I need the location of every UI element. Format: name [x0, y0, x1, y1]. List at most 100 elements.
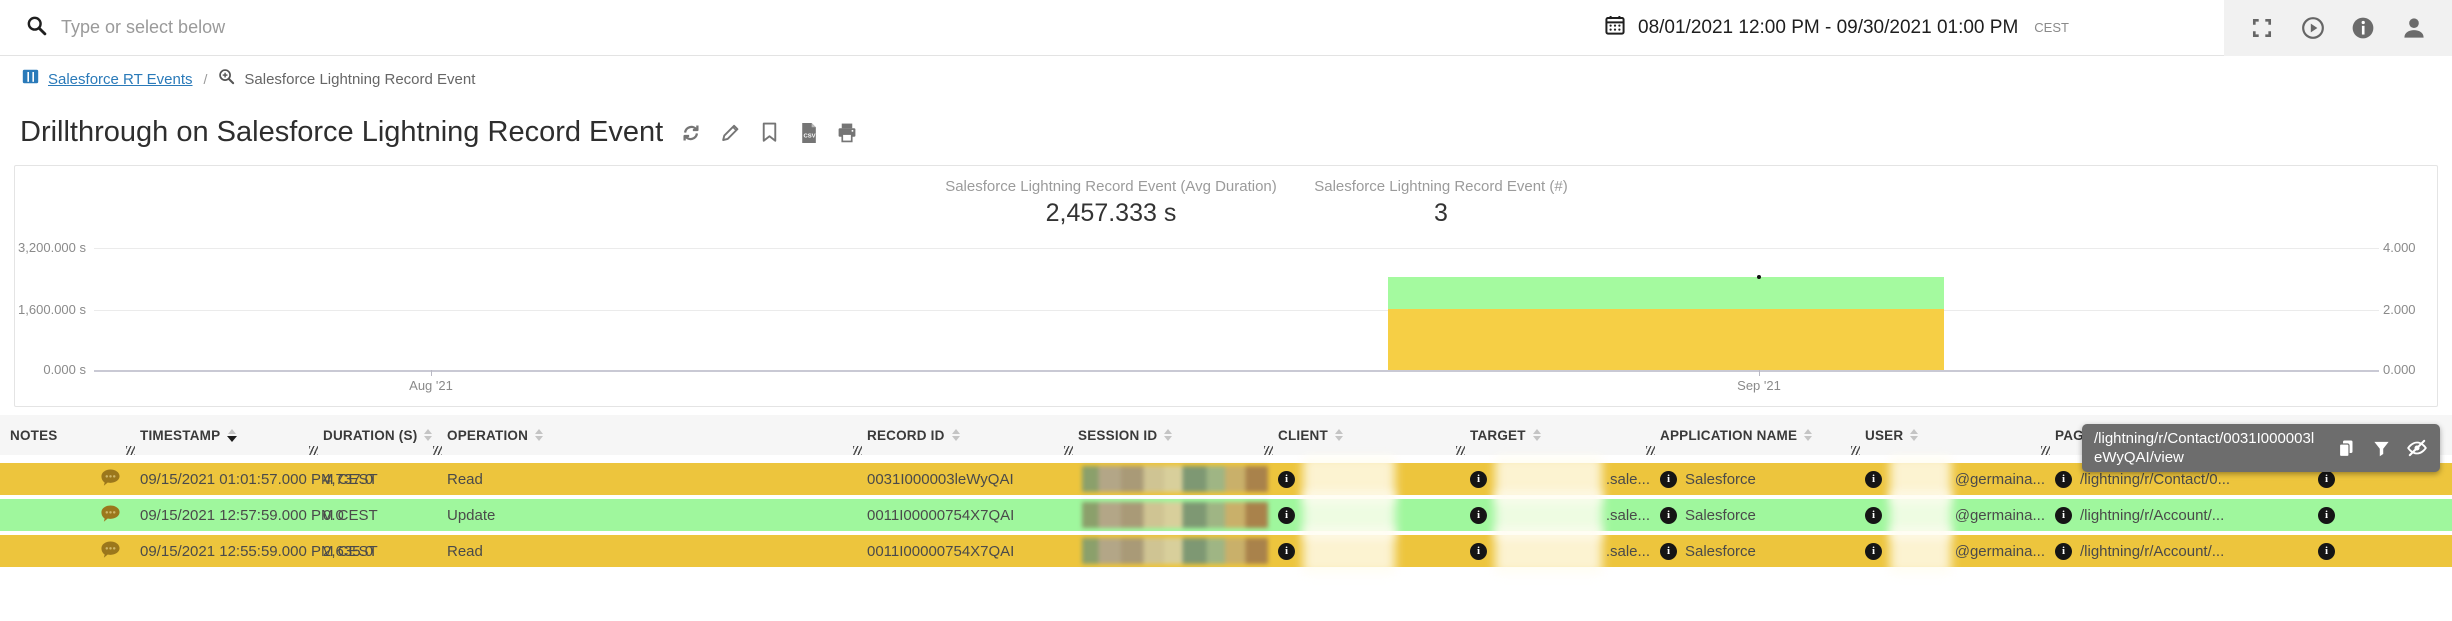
- cell-user-suffix: @germaina...: [1955, 543, 2045, 560]
- copy-icon[interactable]: [2336, 437, 2357, 459]
- export-csv-icon[interactable]: CSV: [797, 122, 819, 144]
- date-range-picker[interactable]: 08/01/2021 12:00 PM - 09/30/2021 01:00 P…: [1590, 14, 2069, 41]
- note-bubble-icon[interactable]: [99, 539, 122, 564]
- note-bubble-icon[interactable]: [99, 503, 122, 528]
- x-tick-aug: [431, 370, 432, 376]
- user-icon[interactable]: [2401, 15, 2427, 41]
- application-info-icon[interactable]: i: [1660, 471, 1677, 488]
- column-resize-grip[interactable]: [433, 446, 442, 455]
- target-info-icon[interactable]: i: [1470, 507, 1487, 524]
- sort-icon: [1804, 429, 1812, 441]
- column-resize-grip[interactable]: [309, 446, 318, 455]
- details-info-icon[interactable]: i: [2318, 471, 2335, 488]
- date-range-text: 08/01/2021 12:00 PM - 09/30/2021 01:00 P…: [1638, 17, 2018, 39]
- target-info-icon[interactable]: i: [1470, 471, 1487, 488]
- global-search[interactable]: [0, 15, 1590, 41]
- table-row[interactable]: 09/15/2021 12:55:59.000 PM CEST 2,635.0 …: [0, 535, 2452, 567]
- client-info-icon[interactable]: i: [1278, 471, 1295, 488]
- col-header-timestamp[interactable]: TIMESTAMP: [130, 428, 313, 443]
- cell-target-suffix: .sale...: [1606, 507, 1650, 524]
- col-header-record-id[interactable]: RECORD ID: [857, 428, 1068, 443]
- target-redacted: [1495, 528, 1602, 574]
- gridline-mid: [94, 310, 2379, 311]
- breadcrumb-separator: /: [202, 71, 210, 87]
- cell-application-name: Salesforce: [1685, 543, 1756, 560]
- cell-page-url: /lightning/r/Account/...: [2080, 543, 2224, 560]
- cell-page-url: /lightning/r/Account/...: [2080, 507, 2224, 524]
- cell-application-name: Salesforce: [1685, 471, 1756, 488]
- page-url-info-icon[interactable]: i: [2055, 507, 2072, 524]
- page-title: Drillthrough on Salesforce Lightning Rec…: [20, 116, 663, 149]
- col-header-notes[interactable]: NOTES: [0, 428, 130, 443]
- cell-operation: Read: [437, 471, 857, 488]
- bar-segment-green[interactable]: [1388, 277, 1944, 309]
- sort-icon: [424, 429, 432, 441]
- cell-record-id: 0031I000003leWyQAI: [857, 471, 1068, 488]
- details-info-icon[interactable]: i: [2318, 507, 2335, 524]
- column-resize-grip[interactable]: [126, 446, 135, 455]
- sort-icon: [535, 429, 543, 441]
- table-row[interactable]: 09/15/2021 12:57:59.000 PM CEST 0.0 Upda…: [0, 499, 2452, 531]
- col-header-client[interactable]: CLIENT: [1268, 428, 1460, 443]
- col-header-user[interactable]: USER: [1855, 428, 2045, 443]
- note-bubble-icon[interactable]: [99, 467, 122, 492]
- application-info-icon[interactable]: i: [1660, 507, 1677, 524]
- chart-plot-area[interactable]: 3,200.000 s 1,600.000 s 0.000 s 4.000 2.…: [94, 166, 2379, 406]
- sort-icon-desc: [227, 429, 237, 442]
- column-resize-grip[interactable]: [2041, 446, 2050, 455]
- refresh-icon[interactable]: [680, 122, 702, 144]
- page-url-info-icon[interactable]: i: [2055, 471, 2072, 488]
- col-header-application-name[interactable]: APPLICATION NAME: [1650, 428, 1855, 443]
- column-resize-grip[interactable]: [1456, 446, 1465, 455]
- client-info-icon[interactable]: i: [1278, 507, 1295, 524]
- page-url-info-icon[interactable]: i: [2055, 543, 2072, 560]
- sort-icon: [1335, 429, 1343, 441]
- application-info-icon[interactable]: i: [1660, 543, 1677, 560]
- top-bar: 08/01/2021 12:00 PM - 09/30/2021 01:00 P…: [0, 0, 2452, 56]
- user-info-icon[interactable]: i: [1865, 507, 1882, 524]
- user-info-icon[interactable]: i: [1865, 543, 1882, 560]
- column-resize-grip[interactable]: [1646, 446, 1655, 455]
- sort-icon: [1164, 429, 1172, 441]
- y-right-tick-1: 2.000: [2383, 302, 2431, 317]
- client-info-icon[interactable]: i: [1278, 543, 1295, 560]
- info-icon[interactable]: [2350, 15, 2376, 41]
- sort-icon: [952, 429, 960, 441]
- cell-operation: Read: [437, 543, 857, 560]
- y-left-tick-1: 1,600.000 s: [15, 302, 86, 317]
- print-icon[interactable]: [836, 122, 858, 144]
- bar-segment-yellow[interactable]: [1388, 309, 1944, 370]
- column-resize-grip[interactable]: [1264, 446, 1273, 455]
- col-header-session-id[interactable]: SESSION ID: [1068, 428, 1268, 443]
- column-resize-grip[interactable]: [1064, 446, 1073, 455]
- edit-icon[interactable]: [719, 122, 741, 144]
- avg-duration-point[interactable]: [1757, 275, 1761, 279]
- tooltip-text: /lightning/r/Contact/0031I000003leWyQAI/…: [2094, 429, 2322, 467]
- target-info-icon[interactable]: i: [1470, 543, 1487, 560]
- search-icon: [26, 15, 47, 41]
- play-icon[interactable]: [2300, 15, 2326, 41]
- user-info-icon[interactable]: i: [1865, 471, 1882, 488]
- fullscreen-icon[interactable]: [2249, 15, 2275, 41]
- breadcrumb-root-link[interactable]: Salesforce RT Events: [48, 71, 193, 88]
- cell-timestamp: 09/15/2021 01:01:57.000 PM CEST: [130, 471, 313, 488]
- x-label-sep: Sep '21: [1714, 378, 1804, 393]
- bookmark-icon[interactable]: [758, 122, 780, 144]
- search-input[interactable]: [61, 17, 1461, 38]
- column-resize-grip[interactable]: [853, 446, 862, 455]
- col-header-operation[interactable]: OPERATION: [437, 428, 857, 443]
- column-resize-grip[interactable]: [1851, 446, 1860, 455]
- cell-target-suffix: .sale...: [1606, 543, 1650, 560]
- y-right-tick-0: 4.000: [2383, 240, 2431, 255]
- hide-eye-slash-icon[interactable]: [2406, 437, 2428, 459]
- col-header-duration[interactable]: DURATION (S): [313, 428, 437, 443]
- chart-panel: Salesforce Lightning Record Event (Avg D…: [14, 165, 2438, 407]
- y-left-tick-0: 3,200.000 s: [15, 240, 86, 255]
- x-tick-sep: [1759, 370, 1760, 376]
- cell-record-id: 0011I00000754X7QAI: [857, 507, 1068, 524]
- timezone-label: CEST: [2034, 20, 2069, 35]
- breadcrumb: Salesforce RT Events / Salesforce Lightn…: [0, 56, 2452, 102]
- details-info-icon[interactable]: i: [2318, 543, 2335, 560]
- col-header-target[interactable]: TARGET: [1460, 428, 1650, 443]
- filter-icon[interactable]: [2371, 437, 2392, 459]
